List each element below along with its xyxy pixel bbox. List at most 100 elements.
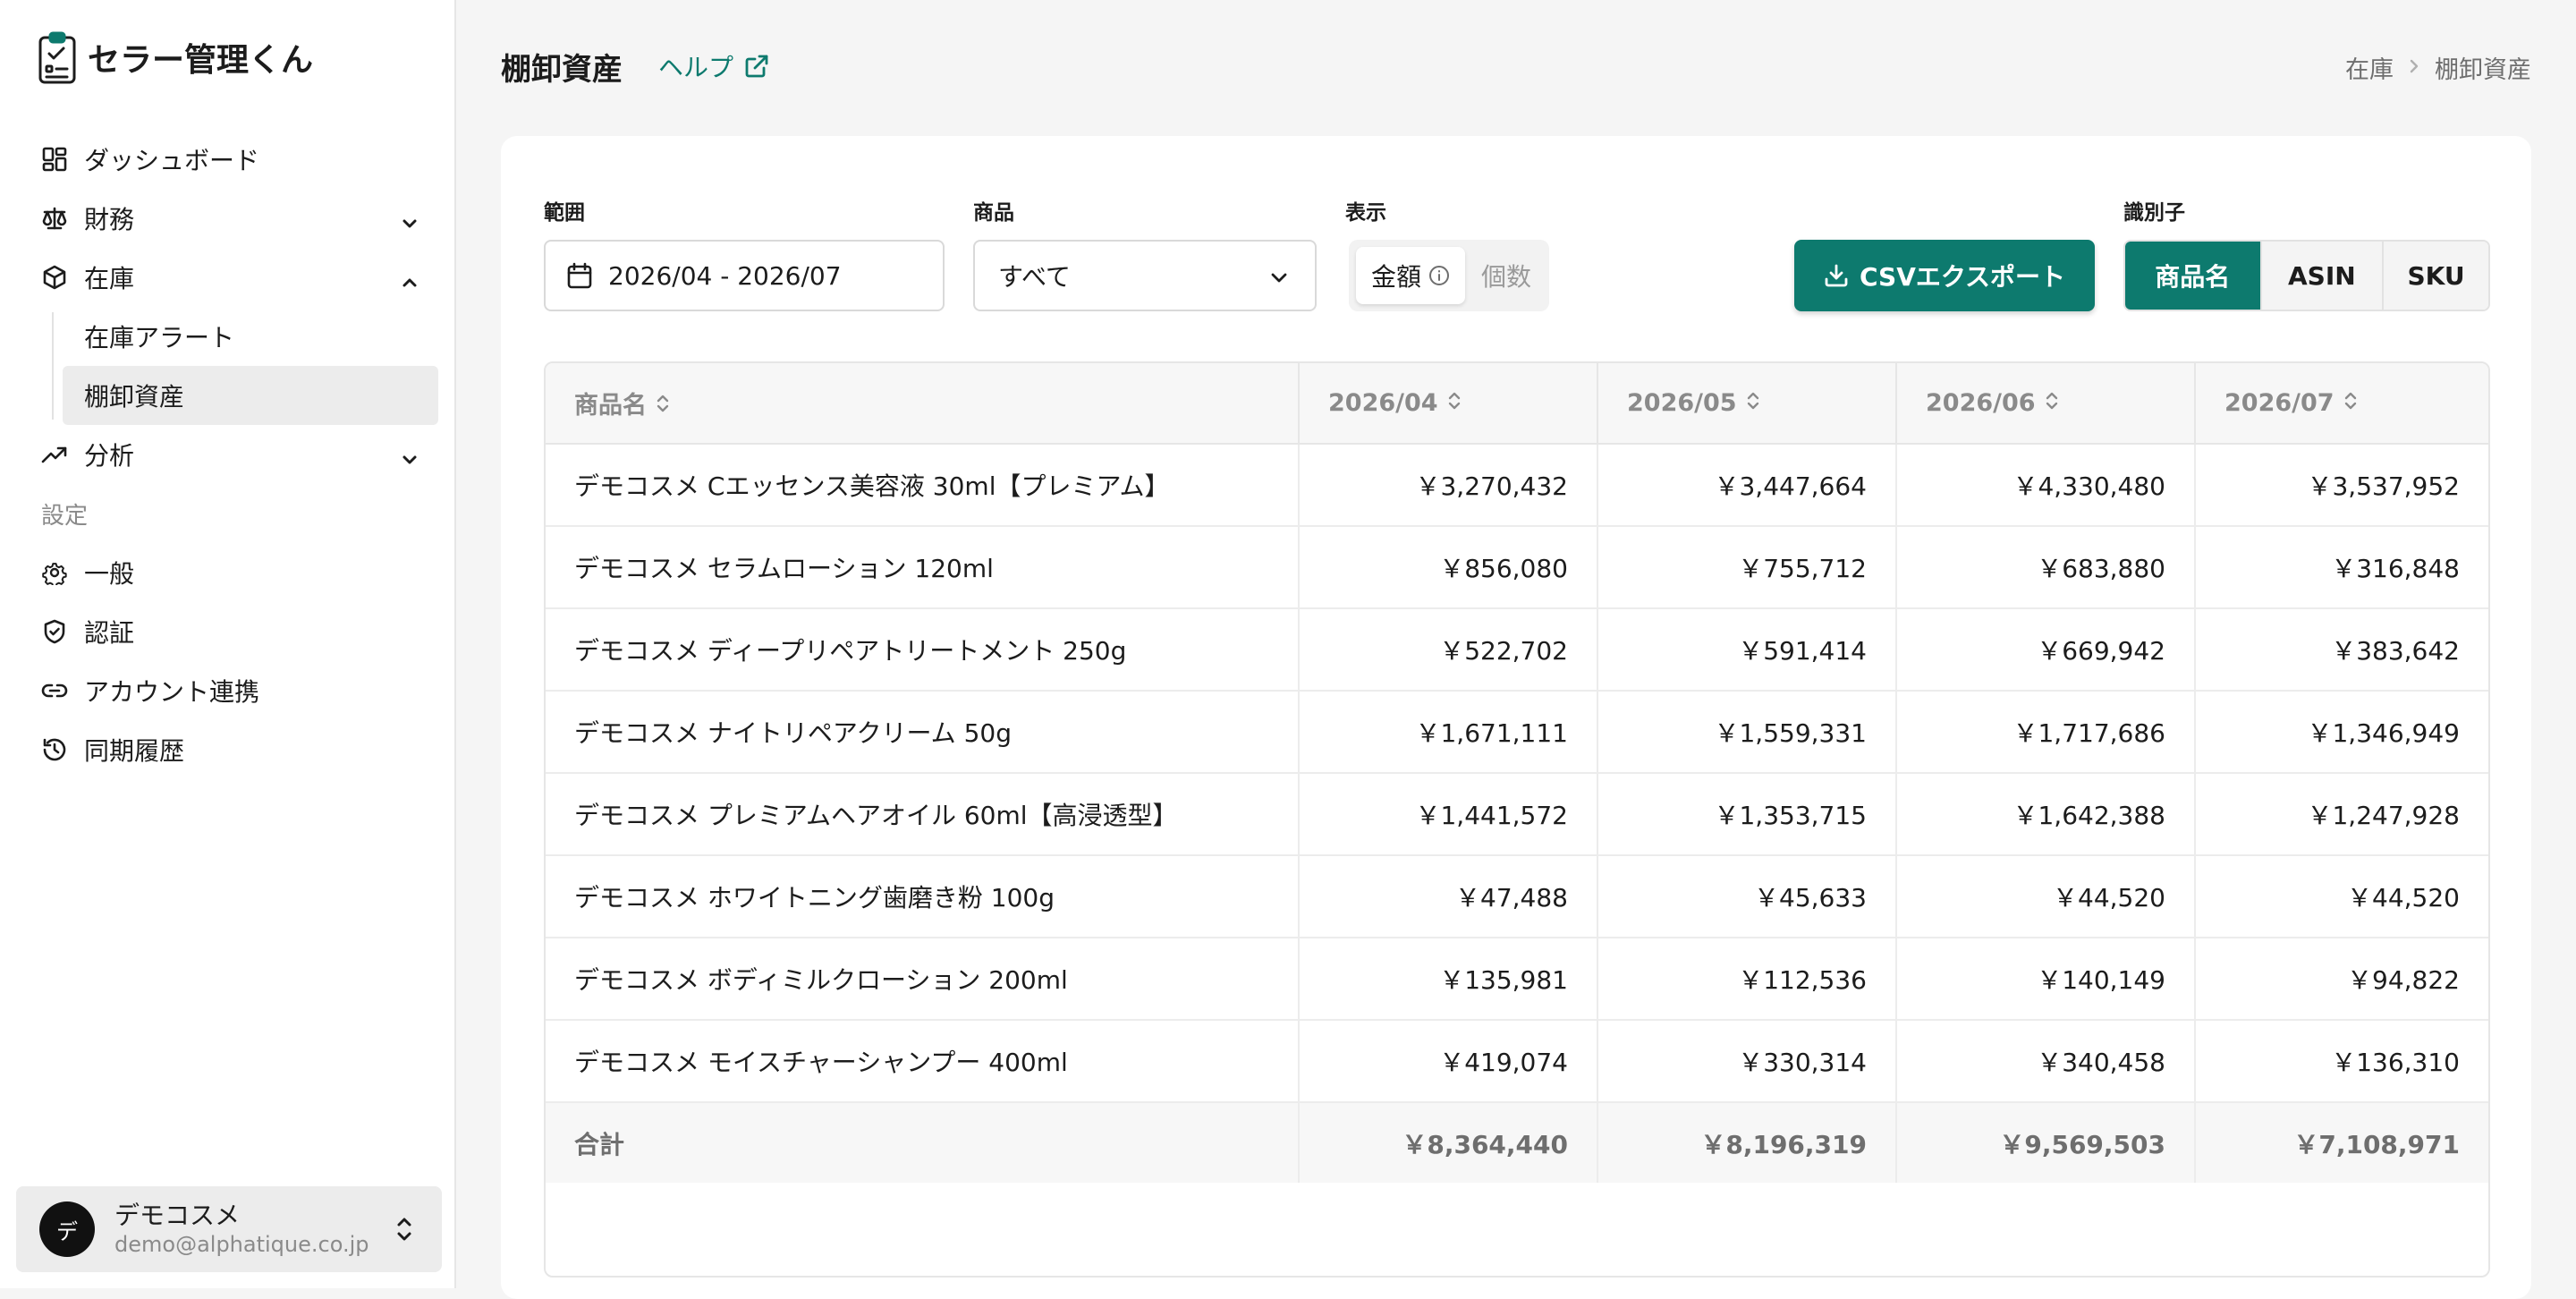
sidebar-item-general[interactable]: 一般 <box>0 543 456 602</box>
main-card: 範囲 2026/04 - 2026/07 商品 すべて 表示 金額 個数 CSV… <box>501 136 2531 1299</box>
identifier-name-option[interactable]: 商品名 <box>2125 242 2260 310</box>
table-row[interactable]: デモコスメ Cエッセンス美容液 30ml【プレミアム】 ￥3,270,432 ￥… <box>546 444 2488 527</box>
table-cell: ￥1,717,686 <box>1895 691 2195 774</box>
chevron-up-icon <box>401 268 419 287</box>
table-cell: ￥1,353,715 <box>1597 773 1896 856</box>
table-cell: ￥1,247,928 <box>2194 773 2488 856</box>
table-cell: ￥3,447,664 <box>1597 444 1896 527</box>
table-cell: デモコスメ モイスチャーシャンプー 400ml <box>546 1020 1299 1103</box>
inventory-submenu: 在庫アラート 棚卸資産 <box>0 307 456 425</box>
table-cell: デモコスメ ホワイトニング歯磨き粉 100g <box>546 855 1299 938</box>
table-cell: ￥9,569,503 <box>1895 1102 2195 1183</box>
sidebar-item-auth[interactable]: 認証 <box>0 602 456 661</box>
table-cell: デモコスメ セラムローション 120ml <box>546 526 1299 609</box>
help-label: ヘルプ <box>658 53 734 82</box>
table-cell: デモコスメ プレミアムヘアオイル 60ml【高浸透型】 <box>546 773 1299 856</box>
sidebar-item-label: 分析 <box>84 441 135 471</box>
sidebar-item-stock-alert[interactable]: 在庫アラート <box>63 307 438 366</box>
identifier-asin-option[interactable]: ASIN <box>2259 242 2383 310</box>
sort-icon <box>656 393 670 420</box>
chevron-down-icon <box>401 446 419 464</box>
table-cell: ￥3,537,952 <box>2194 444 2488 527</box>
sidebar-item-label: 認証 <box>84 618 135 648</box>
clipboard-check-icon <box>38 30 77 84</box>
identifier-toggle: 商品名 ASIN SKU <box>2123 240 2490 311</box>
table-row[interactable]: デモコスメ ディープリペアトリートメント 250g ￥522,702 ￥591,… <box>546 608 2488 692</box>
column-header-2026-04[interactable]: 2026/04 <box>1298 363 1597 445</box>
column-header-label: 2026/06 <box>1926 388 2036 417</box>
sidebar-item-inventory[interactable]: 在庫 <box>0 248 456 307</box>
table-cell: デモコスメ ボディミルクローション 200ml <box>546 938 1299 1021</box>
sidebar-item-analytics[interactable]: 分析 <box>0 425 456 484</box>
submenu-line <box>52 312 54 420</box>
table-cell: ￥383,642 <box>2194 608 2488 692</box>
column-header-label: 2026/05 <box>1627 388 1737 417</box>
sidebar-item-account-link[interactable]: アカウント連携 <box>0 661 456 720</box>
table-row[interactable]: デモコスメ セラムローション 120ml ￥856,080 ￥755,712 ￥… <box>546 526 2488 609</box>
chevron-down-icon <box>1271 273 1287 283</box>
table-cell: ￥44,520 <box>1895 855 2195 938</box>
column-header-product[interactable]: 商品名 <box>546 363 1299 445</box>
account-name: デモコスメ <box>114 1201 241 1230</box>
table-cell: ￥1,642,388 <box>1895 773 2195 856</box>
settings-section-label: 設定 <box>41 502 89 530</box>
table-row[interactable]: デモコスメ モイスチャーシャンプー 400ml ￥419,074 ￥330,31… <box>546 1020 2488 1103</box>
breadcrumb-inventory[interactable]: 在庫 <box>2345 50 2394 85</box>
column-header-2026-06[interactable]: 2026/06 <box>1895 363 2195 445</box>
table-row[interactable]: デモコスメ ホワイトニング歯磨き粉 100g ￥47,488 ￥45,633 ￥… <box>546 855 2488 938</box>
account-switcher[interactable]: デ デモコスメ demo@alphatique.co.jp <box>16 1186 442 1272</box>
table-cell: ￥45,633 <box>1597 855 1896 938</box>
table-total-row: 合計 ￥8,364,440 ￥8,196,319 ￥9,569,503 ￥7,1… <box>546 1102 2488 1183</box>
sidebar-item-finance[interactable]: 財務 <box>0 189 456 248</box>
display-toggle: 金額 個数 <box>1349 240 1549 311</box>
table-cell: ￥856,080 <box>1298 526 1597 609</box>
column-header-2026-05[interactable]: 2026/05 <box>1597 363 1896 445</box>
date-range-input[interactable]: 2026/04 - 2026/07 <box>544 240 945 311</box>
table-cell: ￥522,702 <box>1298 608 1597 692</box>
product-select-value: すべて <box>998 262 1071 292</box>
column-header-label: 2026/07 <box>2224 388 2334 417</box>
table-cell: ￥330,314 <box>1597 1020 1896 1103</box>
dashboard-icon <box>41 146 68 173</box>
breadcrumb-current: 棚卸資産 <box>2435 56 2531 84</box>
table-row[interactable]: デモコスメ ボディミルクローション 200ml ￥135,981 ￥112,53… <box>546 938 2488 1021</box>
display-label: 表示 <box>1345 201 1386 225</box>
display-count-option[interactable]: 個数 <box>1481 240 1531 311</box>
sort-icon <box>2045 390 2059 418</box>
table-row[interactable]: デモコスメ ナイトリペアクリーム 50g ￥1,671,111 ￥1,559,3… <box>546 691 2488 774</box>
csv-export-label: CSVエクスポート <box>1859 262 2066 292</box>
table-cell: ￥591,414 <box>1597 608 1896 692</box>
table-cell: ￥669,942 <box>1895 608 2195 692</box>
brand[interactable]: セラー管理くん <box>38 30 313 84</box>
column-header-2026-07[interactable]: 2026/07 <box>2194 363 2488 445</box>
display-amount-option[interactable]: 金額 <box>1356 247 1465 304</box>
product-select[interactable]: すべて <box>973 240 1317 311</box>
table-cell: デモコスメ ナイトリペアクリーム 50g <box>546 691 1299 774</box>
sort-icon <box>2343 390 2358 418</box>
table-cell: ￥8,364,440 <box>1298 1102 1597 1183</box>
table-cell: ￥136,310 <box>2194 1020 2488 1103</box>
sidebar-item-sync-history[interactable]: 同期履歴 <box>0 720 456 779</box>
table-cell: ￥3,270,432 <box>1298 444 1597 527</box>
product-label: 商品 <box>973 201 1014 225</box>
table-cell: デモコスメ Cエッセンス美容液 30ml【プレミアム】 <box>546 444 1299 527</box>
box-icon <box>41 264 68 291</box>
link-icon <box>41 677 68 704</box>
table-cell: ￥7,108,971 <box>2194 1102 2488 1183</box>
sidebar-item-inventory-assets[interactable]: 棚卸資産 <box>63 366 438 425</box>
chevron-down-icon <box>401 209 419 228</box>
table-header-row: 商品名 2026/04 2026/05 2026/06 2026/07 <box>546 363 2488 445</box>
table-cell: デモコスメ ディープリペアトリートメント 250g <box>546 608 1299 692</box>
info-icon <box>1429 266 1449 285</box>
csv-export-button[interactable]: CSVエクスポート <box>1794 240 2095 311</box>
sidebar-item-dashboard[interactable]: ダッシュボード <box>0 130 456 189</box>
table-row[interactable]: デモコスメ プレミアムヘアオイル 60ml【高浸透型】 ￥1,441,572 ￥… <box>546 773 2488 856</box>
help-link[interactable]: ヘルプ <box>658 48 769 84</box>
sidebar-nav: ダッシュボード 財務 在庫 在庫アラート 棚卸資産 分析 設定 一般 認証 アカ… <box>0 130 456 779</box>
identifier-sku-option[interactable]: SKU <box>2382 242 2488 310</box>
shield-check-icon <box>41 618 68 645</box>
table-cell: ￥340,458 <box>1895 1020 2195 1103</box>
scale-icon <box>41 205 68 232</box>
sidebar: セラー管理くん ダッシュボード 財務 在庫 在庫アラート 棚卸資産 分析 設定 … <box>0 0 456 1288</box>
sidebar-item-label: ダッシュボード <box>84 146 260 175</box>
